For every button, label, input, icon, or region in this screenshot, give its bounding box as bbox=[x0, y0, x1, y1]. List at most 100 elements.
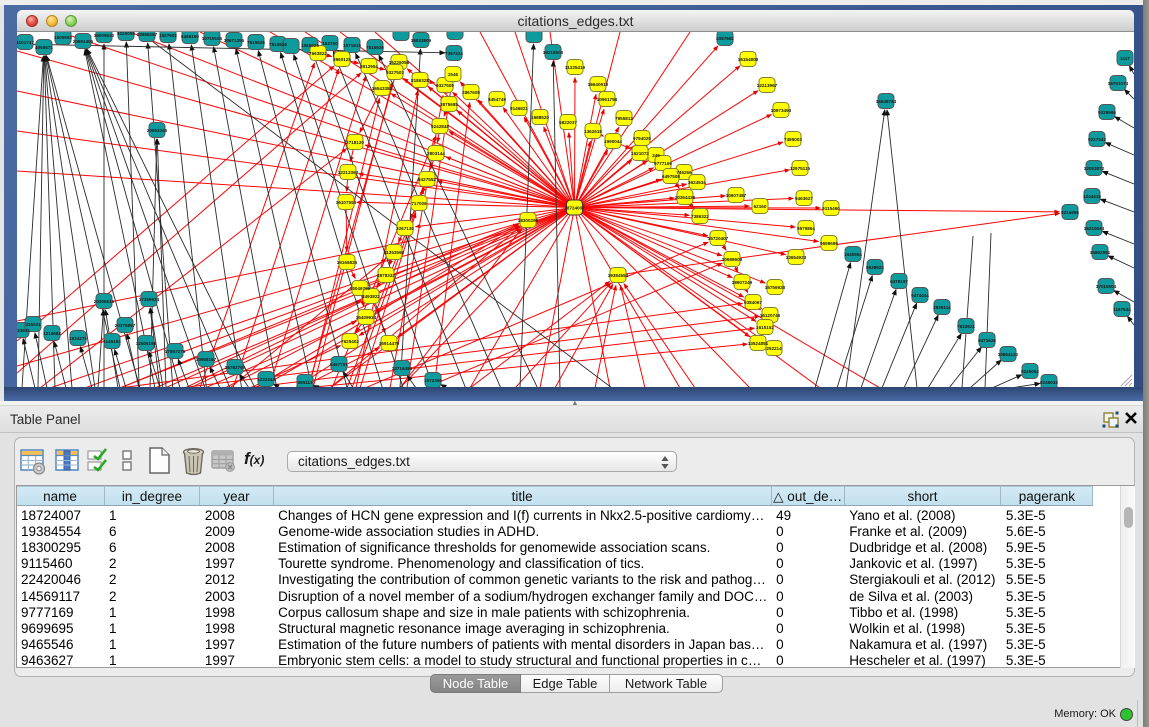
svg-text:7625402: 7625402 bbox=[341, 338, 359, 343]
svg-text:695113: 695113 bbox=[297, 379, 313, 384]
svg-text:15226058: 15226058 bbox=[389, 59, 410, 64]
svg-text:13716485: 13716485 bbox=[392, 365, 413, 370]
svg-text:16107553: 16107553 bbox=[336, 199, 357, 204]
svg-text:2867608: 2867608 bbox=[462, 89, 480, 94]
svg-text:15692991: 15692991 bbox=[1090, 249, 1111, 254]
svg-text:1167534: 1167534 bbox=[1113, 306, 1131, 311]
svg-text:10973493: 10973493 bbox=[771, 107, 792, 112]
svg-text:1232344: 1232344 bbox=[257, 376, 275, 381]
svg-text:3267130: 3267130 bbox=[396, 225, 414, 230]
svg-text:1145193: 1145193 bbox=[103, 338, 121, 343]
svg-text:10607487: 10607487 bbox=[726, 192, 747, 197]
svg-text:20053346: 20053346 bbox=[147, 127, 168, 132]
svg-text:9777169: 9777169 bbox=[654, 160, 672, 165]
svg-text:7955812: 7955812 bbox=[615, 115, 633, 120]
svg-text:1934275: 1934275 bbox=[69, 335, 87, 340]
svg-text:1215682: 1215682 bbox=[43, 330, 61, 335]
svg-text:8186328: 8186328 bbox=[411, 77, 429, 82]
svg-text:9699695: 9699695 bbox=[820, 240, 838, 245]
svg-text:9115460: 9115460 bbox=[822, 205, 840, 210]
svg-text:7515526: 7515526 bbox=[269, 41, 287, 46]
svg-text:16154808: 16154808 bbox=[738, 56, 759, 61]
svg-text:1065526: 1065526 bbox=[301, 42, 319, 47]
svg-text:18300295: 18300295 bbox=[518, 217, 539, 222]
svg-text:1933931: 1933931 bbox=[17, 327, 30, 332]
svg-text:8912954: 8912954 bbox=[360, 63, 378, 68]
svg-text:9463627: 9463627 bbox=[795, 195, 813, 200]
svg-text:3624534: 3624534 bbox=[688, 179, 706, 184]
svg-text:3875685: 3875685 bbox=[440, 101, 458, 106]
svg-text:1546: 1546 bbox=[448, 71, 459, 76]
svg-text:62160: 62160 bbox=[754, 203, 767, 208]
svg-text:12093872: 12093872 bbox=[1084, 165, 1105, 170]
svg-text:8427552: 8427552 bbox=[418, 176, 436, 181]
svg-text:17957275: 17957275 bbox=[165, 348, 186, 353]
svg-text:4055571: 4055571 bbox=[35, 44, 53, 49]
svg-text:10961758: 10961758 bbox=[597, 96, 618, 101]
svg-text:9245033: 9245033 bbox=[1040, 379, 1058, 384]
svg-text:10958167: 10958167 bbox=[196, 356, 217, 361]
svg-text:15720407: 15720407 bbox=[708, 235, 729, 240]
svg-text:12213967: 12213967 bbox=[757, 82, 778, 87]
svg-text:6466160: 6466160 bbox=[181, 33, 199, 38]
svg-text:7515526: 7515526 bbox=[247, 39, 265, 44]
svg-text:10654122: 10654122 bbox=[998, 351, 1019, 356]
svg-text:9327505: 9327505 bbox=[436, 82, 454, 87]
svg-text:9794028: 9794028 bbox=[633, 135, 651, 140]
svg-text:7386322: 7386322 bbox=[691, 213, 709, 218]
svg-text:8878332: 8878332 bbox=[377, 272, 395, 277]
svg-text:1572355: 1572355 bbox=[424, 377, 442, 382]
svg-text:16648784: 16648784 bbox=[876, 98, 897, 103]
svg-text:10688609: 10688609 bbox=[722, 256, 743, 261]
svg-text:152760: 152760 bbox=[322, 40, 338, 45]
svg-text:20364436: 20364436 bbox=[675, 194, 696, 199]
svg-text:252214: 252214 bbox=[766, 345, 782, 350]
svg-text:15409934: 15409934 bbox=[356, 314, 377, 319]
svg-text:7515526: 7515526 bbox=[366, 44, 384, 49]
svg-text:1990044: 1990044 bbox=[604, 138, 622, 143]
svg-text:1527602: 1527602 bbox=[159, 32, 177, 37]
svg-text:19218506: 19218506 bbox=[543, 49, 564, 54]
svg-text:335031: 335031 bbox=[25, 321, 41, 326]
svg-text:9329966: 9329966 bbox=[1098, 109, 1116, 114]
svg-text:16914479: 16914479 bbox=[379, 340, 400, 345]
svg-text:1615152: 1615152 bbox=[756, 324, 774, 329]
svg-text:717006: 717006 bbox=[411, 200, 427, 205]
svg-text:11353594: 11353594 bbox=[384, 249, 405, 254]
svg-text:10719155: 10719155 bbox=[202, 35, 223, 40]
svg-text:9327503: 9327503 bbox=[386, 69, 404, 74]
svg-text:7663822: 7663822 bbox=[309, 50, 327, 55]
svg-text:1588520: 1588520 bbox=[531, 114, 549, 119]
svg-text:16543382: 16543382 bbox=[372, 85, 393, 90]
svg-text:16033809: 16033809 bbox=[411, 37, 432, 42]
svg-text:9242848: 9242848 bbox=[431, 123, 449, 128]
svg-text:16782759: 16782759 bbox=[225, 364, 246, 369]
svg-text:8471626: 8471626 bbox=[978, 337, 996, 342]
svg-text:1362615: 1362615 bbox=[584, 128, 602, 133]
svg-text:11325419: 11325419 bbox=[565, 64, 586, 69]
svg-text:345: 345 bbox=[652, 152, 660, 157]
svg-text:1621072: 1621072 bbox=[631, 150, 649, 155]
svg-text:10671355: 10671355 bbox=[224, 37, 245, 42]
svg-text:8215955: 8215955 bbox=[1061, 209, 1079, 214]
svg-text:9146821: 9146821 bbox=[510, 105, 528, 110]
svg-text:9474444: 9474444 bbox=[911, 292, 929, 297]
svg-text:20691406: 20691406 bbox=[73, 38, 94, 43]
svg-text:9245052: 9245052 bbox=[1021, 368, 1039, 373]
svg-text:12505195: 12505195 bbox=[136, 340, 157, 345]
svg-text:7632621: 7632621 bbox=[957, 323, 975, 328]
svg-text:17359924: 17359924 bbox=[139, 296, 160, 301]
svg-text:15756928: 15756928 bbox=[765, 284, 786, 289]
svg-text:8960125: 8960125 bbox=[333, 56, 351, 61]
svg-text:8938923: 8938923 bbox=[866, 264, 884, 269]
svg-text:1071915: 1071915 bbox=[343, 42, 361, 47]
svg-text:8226055: 8226055 bbox=[117, 32, 135, 36]
svg-text:7485003: 7485003 bbox=[784, 136, 802, 141]
svg-text:12213363: 12213363 bbox=[338, 169, 359, 174]
svg-text:9384067: 9384067 bbox=[744, 299, 762, 304]
svg-text:19384554: 19384554 bbox=[608, 272, 629, 277]
svg-text:8454749: 8454749 bbox=[488, 96, 506, 101]
svg-text:8493822: 8493822 bbox=[362, 293, 380, 298]
svg-text:1117: 1117 bbox=[1120, 55, 1130, 60]
svg-text:9457791: 9457791 bbox=[330, 361, 348, 366]
